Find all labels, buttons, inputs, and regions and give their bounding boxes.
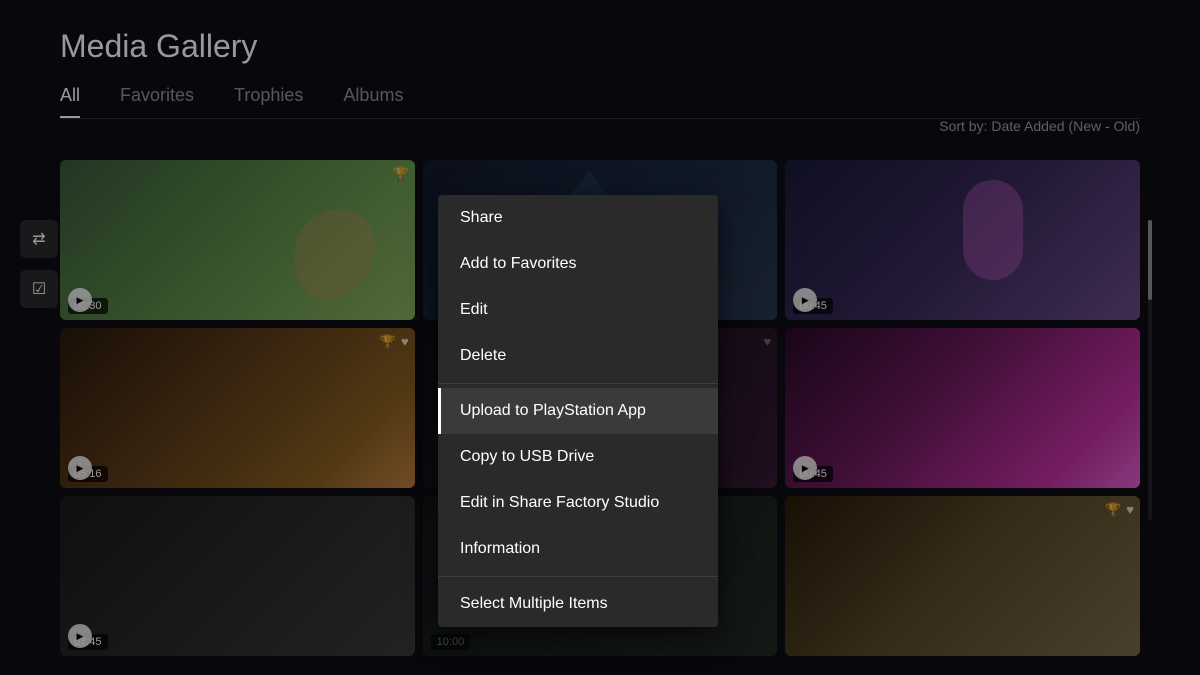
menu-item-upload-ps-app[interactable]: Upload to PlayStation App — [438, 388, 718, 434]
menu-item-delete[interactable]: Delete — [438, 333, 718, 379]
menu-item-information[interactable]: Information — [438, 526, 718, 572]
menu-divider-1 — [438, 383, 718, 384]
context-menu: Share Add to Favorites Edit Delete Uploa… — [438, 195, 718, 627]
menu-item-edit[interactable]: Edit — [438, 287, 718, 333]
menu-item-add-favorites[interactable]: Add to Favorites — [438, 241, 718, 287]
menu-item-share[interactable]: Share — [438, 195, 718, 241]
menu-divider-2 — [438, 576, 718, 577]
menu-item-share-factory[interactable]: Edit in Share Factory Studio — [438, 480, 718, 526]
menu-item-copy-usb[interactable]: Copy to USB Drive — [438, 434, 718, 480]
menu-item-select-multiple[interactable]: Select Multiple Items — [438, 581, 718, 627]
